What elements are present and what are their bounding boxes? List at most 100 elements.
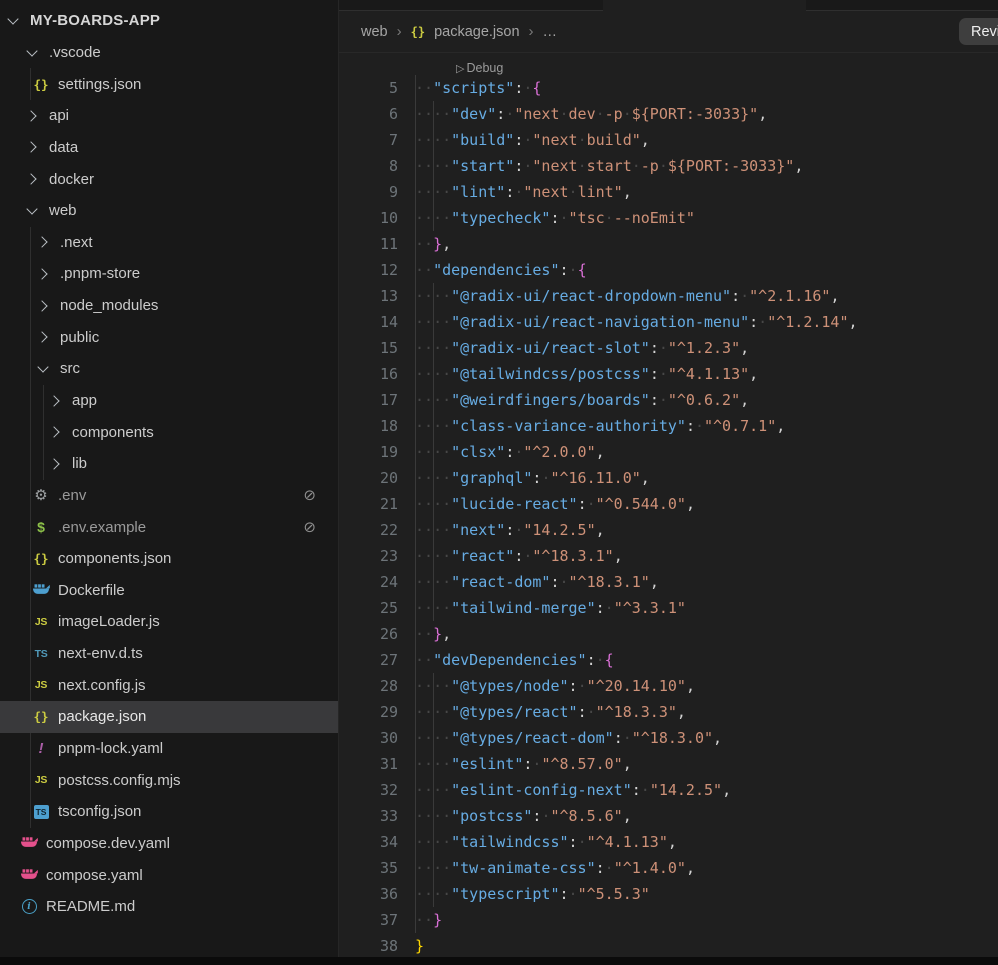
breadcrumb-file[interactable]: package.json bbox=[434, 24, 519, 40]
sidebar-item-compose-dev-yaml[interactable]: compose.dev.yaml bbox=[0, 828, 338, 860]
code-line-12[interactable]: 12··"dependencies":·{ bbox=[339, 257, 998, 283]
sidebar-item-node-modules[interactable]: node_modules bbox=[0, 290, 338, 322]
code-area[interactable]: 5··"scripts":·{6····"dev":·"next·dev·-p·… bbox=[339, 75, 998, 965]
code-line-17[interactable]: 17····"@weirdfingers/boards":·"^0.6.2", bbox=[339, 387, 998, 413]
sidebar-item-postcss-config-mjs[interactable]: JSpostcss.config.mjs bbox=[0, 764, 338, 796]
sidebar-item-api[interactable]: api bbox=[0, 100, 338, 132]
code-line-22[interactable]: 22····"next":·"14.2.5", bbox=[339, 517, 998, 543]
sidebar-item-readme-md[interactable]: iREADME.md bbox=[0, 891, 338, 923]
code-text: ··}, bbox=[415, 231, 998, 257]
code-line-30[interactable]: 30····"@types/react-dom":·"^18.3.0", bbox=[339, 725, 998, 751]
sidebar-item-my-boards-app[interactable]: MY-BOARDS-APP bbox=[0, 5, 338, 37]
code-text: ····"next":·"14.2.5", bbox=[415, 517, 998, 543]
code-line-8[interactable]: 8····"start":·"next·start·-p·${PORT:-303… bbox=[339, 153, 998, 179]
js-icon: JS bbox=[35, 616, 47, 628]
indent-guide bbox=[433, 413, 434, 439]
sidebar-item-tsconfig-json[interactable]: TStsconfig.json bbox=[0, 796, 338, 828]
indent-guide bbox=[415, 439, 416, 465]
code-line-9[interactable]: 9····"lint":·"next·lint", bbox=[339, 179, 998, 205]
sidebar-item-pnpm-lock-yaml[interactable]: !pnpm-lock.yaml bbox=[0, 733, 338, 765]
code-line-18[interactable]: 18 ····"class-variance-authority":·"^0.7.… bbox=[339, 413, 998, 439]
sidebar-item--env[interactable]: ⚙.env⊘ bbox=[0, 480, 338, 512]
sidebar-item-package-json[interactable]: {}package.json bbox=[0, 701, 338, 733]
code-line-29[interactable]: 29····"@types/react":·"^18.3.3", bbox=[339, 699, 998, 725]
sidebar-item-public[interactable]: public bbox=[0, 321, 338, 353]
line-number: 18 bbox=[339, 413, 398, 439]
code-text: ····"build":·"next·build", bbox=[415, 127, 998, 153]
breadcrumb-symbol[interactable]: … bbox=[543, 24, 558, 40]
sidebar-item-docker[interactable]: docker bbox=[0, 163, 338, 195]
code-line-32[interactable]: 32····"eslint-config-next":·"14.2.5", bbox=[339, 777, 998, 803]
line-number: 5 bbox=[339, 75, 398, 101]
code-line-20[interactable]: 20····"graphql":·"^16.11.0", bbox=[339, 465, 998, 491]
breadcrumb-folder[interactable]: web bbox=[361, 24, 388, 40]
gear-icon: ⚙ bbox=[34, 486, 47, 504]
sidebar-item-next-config-js[interactable]: JSnext.config.js bbox=[0, 669, 338, 701]
sidebar-item-next-env-d-ts[interactable]: TSnext-env.d.ts bbox=[0, 638, 338, 670]
code-line-23[interactable]: 23····"react":·"^18.3.1", bbox=[339, 543, 998, 569]
code-line-34[interactable]: 34····"tailwindcss":·"^4.1.13", bbox=[339, 829, 998, 855]
indent-guide bbox=[415, 361, 416, 387]
code-line-38[interactable]: 38} bbox=[339, 933, 998, 959]
sidebar-item-src[interactable]: src bbox=[0, 353, 338, 385]
sidebar-item--vscode[interactable]: .vscode bbox=[0, 37, 338, 69]
sidebar-item-components-json[interactable]: {}components.json bbox=[0, 543, 338, 575]
code-line-19[interactable]: 19····"clsx":·"^2.0.0", bbox=[339, 439, 998, 465]
sidebar-item-settings-json[interactable]: {}settings.json bbox=[0, 68, 338, 100]
line-number: 16 bbox=[339, 361, 398, 387]
indent-guide bbox=[415, 543, 416, 569]
item-label: .pnpm-store bbox=[60, 265, 140, 282]
active-tab-edge[interactable] bbox=[603, 0, 806, 11]
code-line-16[interactable]: 16····"@tailwindcss/postcss":·"^4.1.13", bbox=[339, 361, 998, 387]
editor-tab-strip[interactable] bbox=[339, 0, 998, 11]
file-icon-slot: TS bbox=[30, 805, 52, 819]
code-line-27[interactable]: 27··"devDependencies":·{ bbox=[339, 647, 998, 673]
code-line-5[interactable]: 5··"scripts":·{ bbox=[339, 75, 998, 101]
code-line-28[interactable]: 28····"@types/node":·"^20.14.10", bbox=[339, 673, 998, 699]
line-number: 29 bbox=[339, 699, 398, 725]
review-button[interactable]: Revi bbox=[959, 18, 998, 45]
code-line-37[interactable]: 37··} bbox=[339, 907, 998, 933]
code-line-21[interactable]: 21····"lucide-react":·"^0.544.0", bbox=[339, 491, 998, 517]
line-number: 8 bbox=[339, 153, 398, 179]
code-text: ····"class-variance-authority":·"^0.7.1"… bbox=[415, 413, 998, 439]
sidebar-item-app[interactable]: app bbox=[0, 385, 338, 417]
code-line-36[interactable]: 36····"typescript":·"^5.5.3" bbox=[339, 881, 998, 907]
debug-codelens[interactable]: ▷ Debug bbox=[339, 53, 998, 75]
code-line-26[interactable]: 26··}, bbox=[339, 621, 998, 647]
code-line-33[interactable]: 33····"postcss":·"^8.5.6", bbox=[339, 803, 998, 829]
line-number: 14 bbox=[339, 309, 398, 335]
sidebar-item--next[interactable]: .next bbox=[0, 226, 338, 258]
code-line-7[interactable]: 7····"build":·"next·build", bbox=[339, 127, 998, 153]
sidebar-item-lib[interactable]: lib bbox=[0, 448, 338, 480]
sidebar-item-data[interactable]: data bbox=[0, 132, 338, 164]
line-number: 26 bbox=[339, 621, 398, 647]
sidebar-item--pnpm-store[interactable]: .pnpm-store bbox=[0, 258, 338, 290]
sidebar-item-components[interactable]: components bbox=[0, 416, 338, 448]
item-label: components bbox=[72, 424, 154, 441]
line-number: 6 bbox=[339, 101, 398, 127]
code-line-15[interactable]: 15····"@radix-ui/react-slot":·"^1.2.3", bbox=[339, 335, 998, 361]
file-icon-slot bbox=[30, 584, 52, 596]
sidebar-item-imageloader-js[interactable]: JSimageLoader.js bbox=[0, 606, 338, 638]
indent-guide bbox=[433, 465, 434, 491]
indent-guide bbox=[433, 101, 434, 127]
file-tree: MY-BOARDS-APP.vscode{}settings.jsonapida… bbox=[0, 5, 338, 923]
code-line-14[interactable]: 14····"@radix-ui/react-navigation-menu":… bbox=[339, 309, 998, 335]
code-line-35[interactable]: 35····"tw-animate-css":·"^1.4.0", bbox=[339, 855, 998, 881]
indent-guide bbox=[415, 907, 416, 933]
code-line-10[interactable]: 10····"typecheck":·"tsc·--noEmit" bbox=[339, 205, 998, 231]
indent-guide bbox=[415, 231, 416, 257]
sidebar-item--env-example[interactable]: $.env.example⊘ bbox=[0, 511, 338, 543]
code-line-31[interactable]: 31····"eslint":·"^8.57.0", bbox=[339, 751, 998, 777]
sidebar-item-compose-yaml[interactable]: compose.yaml bbox=[0, 859, 338, 891]
item-label: app bbox=[72, 392, 97, 409]
sidebar-item-web[interactable]: web bbox=[0, 195, 338, 227]
code-line-25[interactable]: 25····"tailwind-merge":·"^3.3.1" bbox=[339, 595, 998, 621]
file-icon-slot: TS bbox=[30, 648, 52, 660]
code-line-24[interactable]: 24····"react-dom":·"^18.3.1", bbox=[339, 569, 998, 595]
code-line-11[interactable]: 11··}, bbox=[339, 231, 998, 257]
sidebar-item-dockerfile[interactable]: Dockerfile bbox=[0, 575, 338, 607]
code-line-13[interactable]: 13····"@radix-ui/react-dropdown-menu":·"… bbox=[339, 283, 998, 309]
code-line-6[interactable]: 6····"dev":·"next·dev·-p·${PORT:-3033}", bbox=[339, 101, 998, 127]
